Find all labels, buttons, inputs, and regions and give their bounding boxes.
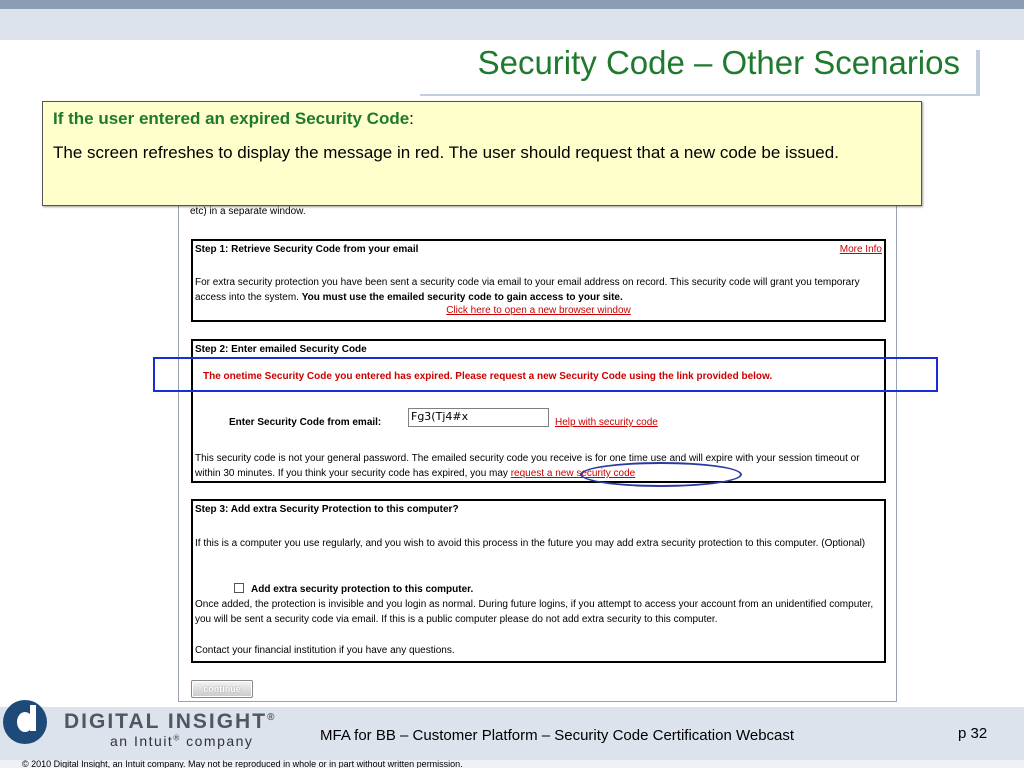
logo-tagline-reg: ®: [173, 733, 181, 743]
title-side-rule: [976, 50, 980, 96]
continue-button[interactable]: continue: [191, 680, 253, 698]
help-security-code-link[interactable]: Help with security code: [555, 417, 658, 428]
callout-heading-colon: :: [409, 109, 414, 128]
more-info-link[interactable]: More Info: [840, 244, 882, 255]
intro-text-fragment: etc) in a separate window.: [190, 206, 306, 217]
logo-mark-icon: [3, 700, 47, 744]
step1-title: Step 1: Retrieve Security Code from your…: [195, 244, 419, 255]
logo-mark-bar: [30, 705, 36, 731]
logo-wordmark-text: DIGITAL INSIGHT: [64, 710, 268, 733]
extra-security-checkbox-label: Add extra security protection to this co…: [251, 584, 474, 595]
error-highlight-box: [153, 357, 938, 392]
title-frame: Security Code – Other Scenarios: [420, 40, 980, 96]
link-highlight-ellipse: [580, 462, 742, 487]
top-band: [0, 9, 1024, 40]
callout-box: If the user entered an expired Security …: [42, 101, 922, 206]
step1-emphasis: You must use the emailed security code t…: [301, 292, 623, 303]
callout-heading-bold: If the user entered an expired Security …: [53, 109, 410, 128]
copyright-notice: © 2010 Digital Insight, an Intuit compan…: [0, 760, 1024, 768]
top-strip: [0, 0, 1024, 9]
logo-tagline: an Intuit® company: [110, 733, 253, 749]
step3-title: Step 3: Add extra Security Protection to…: [195, 504, 459, 515]
page-number: p 32: [958, 725, 988, 742]
contact-note: Contact your financial institution if yo…: [195, 645, 455, 656]
step2-note: This security code is not your general p…: [195, 451, 880, 481]
step2-title: Step 2: Enter emailed Security Code: [195, 344, 367, 355]
security-code-input[interactable]: Fg3(Tj4#x: [408, 408, 549, 427]
logo-registered-mark: ®: [267, 712, 277, 723]
slide-title: Security Code – Other Scenarios: [477, 44, 960, 81]
security-code-label: Enter Security Code from email:: [229, 417, 382, 428]
extra-security-checkbox[interactable]: [234, 583, 244, 593]
step1-description: For extra security protection you have b…: [195, 275, 880, 305]
step1-panel: Step 1: Retrieve Security Code from your…: [191, 239, 886, 322]
open-browser-link[interactable]: Click here to open a new browser window: [446, 305, 631, 316]
step3-intro: If this is a computer you use regularly,…: [195, 538, 866, 549]
step1-link-row: Click here to open a new browser window: [193, 305, 884, 316]
logo-tagline-text: an Intuit: [110, 733, 174, 749]
title-underline: [420, 94, 980, 96]
callout-body: The screen refreshes to display the mess…: [53, 143, 839, 162]
security-code-screen: etc) in a separate window. Step 1: Retri…: [178, 190, 897, 702]
step3-panel: Step 3: Add extra Security Protection to…: [191, 499, 886, 663]
callout-heading: If the user entered an expired Security …: [53, 109, 414, 129]
logo-tagline-end: company: [180, 733, 254, 749]
step3-description: Once added, the protection is invisible …: [195, 599, 874, 625]
logo-wordmark: DIGITAL INSIGHT®: [64, 710, 276, 734]
footer-title: MFA for BB – Customer Platform – Securit…: [320, 727, 795, 744]
help-link-wrapper: Help with security code: [555, 417, 658, 428]
